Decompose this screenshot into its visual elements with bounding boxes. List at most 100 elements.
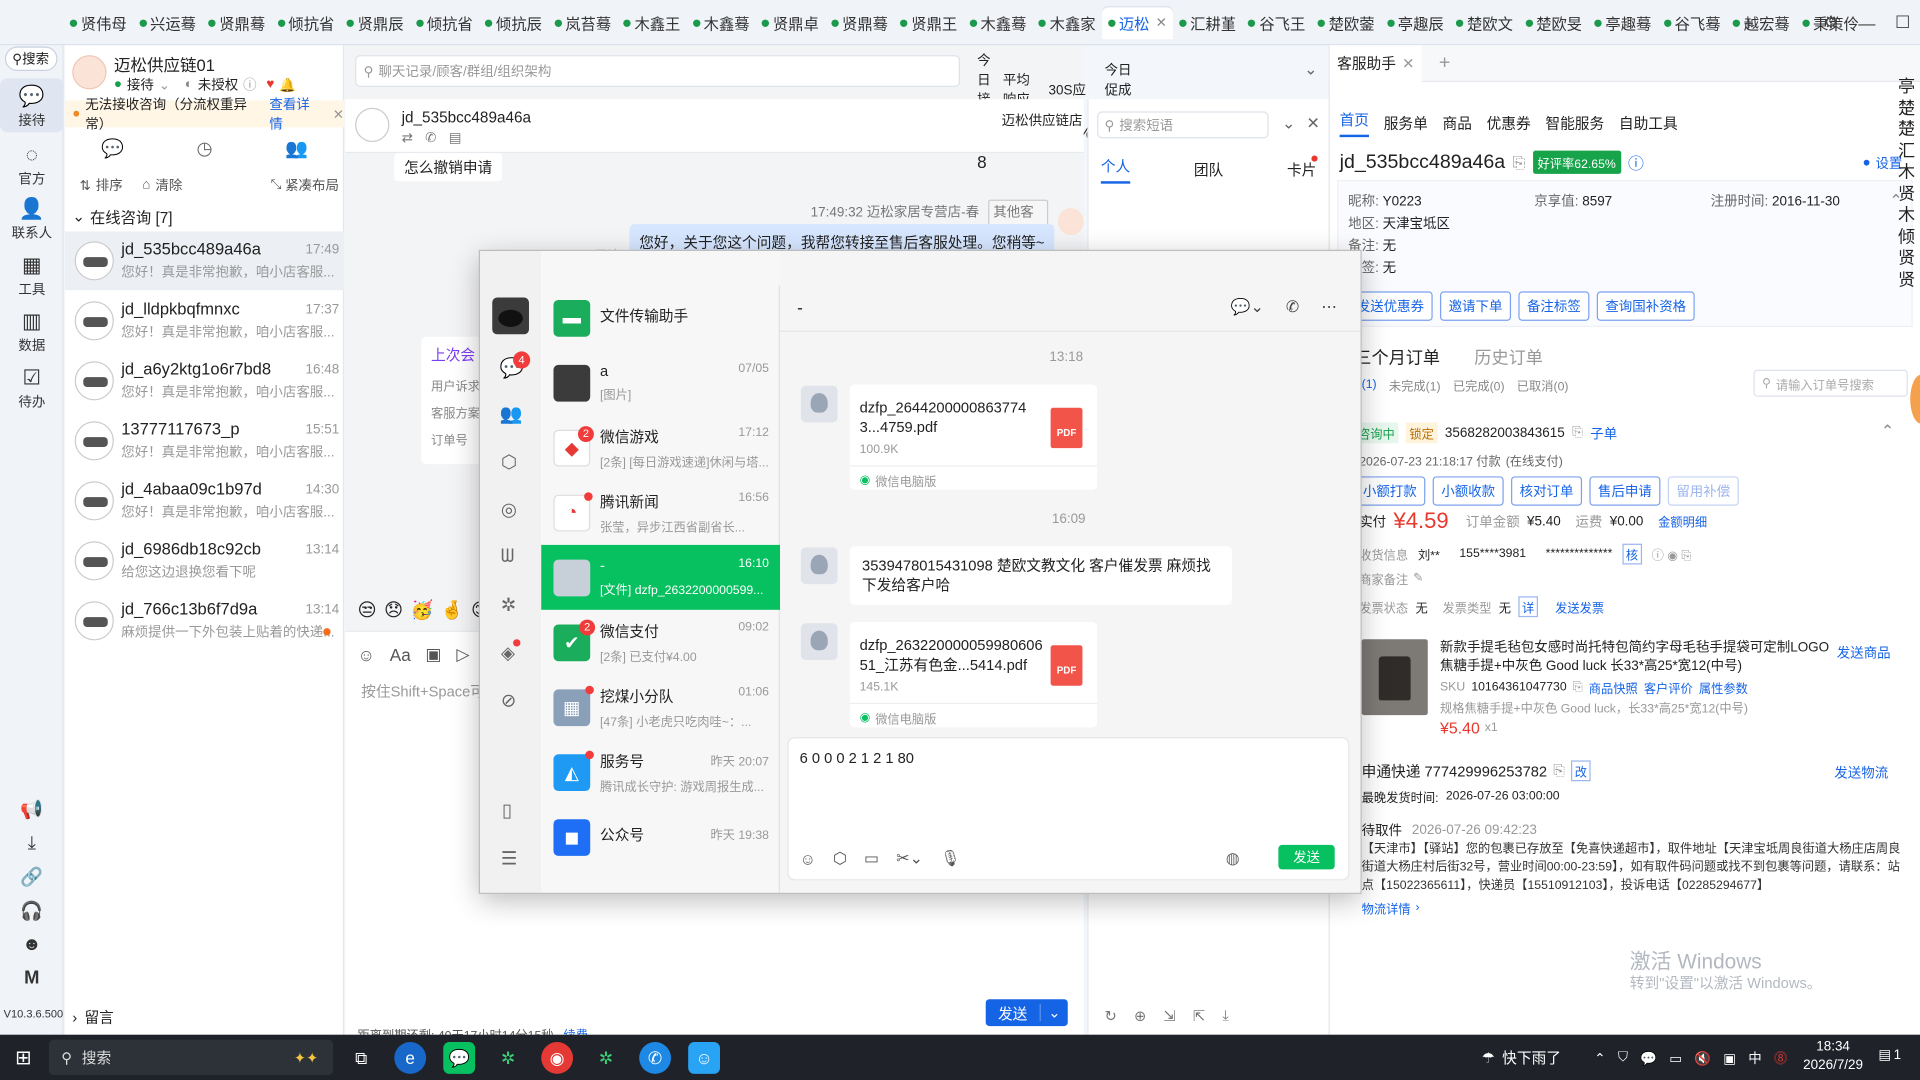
tab-shop-23[interactable]: 谷飞蓦 [1657, 7, 1726, 39]
wechat-taskbar-icon[interactable]: 💬 [443, 1042, 476, 1074]
clock-icon[interactable]: ◷ [196, 137, 212, 159]
wechat-send-button[interactable]: 发送 [1278, 844, 1335, 870]
wechat-chat-item[interactable]: a 07/05 [图片] [541, 350, 780, 415]
rail-item-data[interactable]: ▥ 数据 [0, 301, 64, 357]
rail-item-reception[interactable]: 💬 接待 [0, 78, 64, 133]
taskbar-search[interactable]: ⚲ 搜索 ✦✦ [48, 1039, 334, 1076]
small-collect-button[interactable]: 小额收款 [1432, 476, 1504, 506]
emoji-item[interactable]: 😞 [384, 599, 403, 621]
wechat-input-text[interactable]: 6 0 0 0 2 1 2 1 80 [800, 749, 914, 766]
headset-icon[interactable]: 🎧 [20, 900, 43, 922]
edge-tab-char[interactable]: 木 [1898, 162, 1920, 183]
link-icon[interactable]: 🔗 [20, 866, 43, 888]
copy-icon[interactable]: ⎘ [1572, 425, 1583, 441]
shop-avatar[interactable] [72, 55, 107, 90]
after-sale-button[interactable]: 售后申请 [1589, 476, 1661, 506]
wechat-chat-item[interactable]: ▦ 挖煤小分队 01:06 [47条] 小老虎只吃肉哇~：... [541, 675, 780, 740]
conversation-item[interactable]: jd_lldpkbqfmnxc 17:37 您好！真是非常抱歉，咱小店客服... [65, 291, 344, 350]
chat-options-icon[interactable]: 💬⌄ [1231, 298, 1264, 318]
product-image[interactable] [1361, 639, 1428, 716]
tab-shop-21[interactable]: 楚欧旻 [1519, 7, 1588, 39]
edge-icon[interactable]: e [394, 1042, 427, 1074]
copy-icon[interactable]: ⎘ [1573, 681, 1583, 694]
refresh-icon[interactable]: ↻ [1104, 1007, 1116, 1024]
emoji-item[interactable]: 😒 [358, 599, 377, 621]
tab-shop-11[interactable]: 贤鼎蓦 [825, 7, 894, 39]
conversation-item[interactable]: jd_766c13b6f7d9a 13:14 麻烦提供一下外包装上贴着的快递... [65, 591, 344, 650]
assistant-settings[interactable]: ● 设置 [1862, 153, 1902, 173]
note-icon[interactable]: ▤ [449, 130, 462, 146]
edge-tab-char[interactable]: 贤 [1898, 183, 1920, 204]
notice-link[interactable]: 查看详情 [269, 94, 320, 133]
people-icon[interactable]: 👥 [285, 137, 308, 159]
tray-s-icon[interactable]: ⓼ [1774, 1048, 1787, 1068]
chevron-down-icon[interactable]: ⌄ [1304, 60, 1317, 80]
megaphone-icon[interactable]: 📢 [20, 798, 43, 821]
m-logo-icon[interactable]: M [24, 967, 39, 988]
sub-order-link[interactable]: 子单 [1590, 423, 1617, 443]
copy-icon[interactable]: ⎘ [1513, 152, 1526, 172]
bot-icon[interactable]: ☻ [22, 934, 41, 955]
phrase-search-input[interactable]: ⚲ 搜索短语 [1097, 111, 1269, 139]
tab-card[interactable]: 卡片 [1287, 159, 1316, 180]
tab-shop-10[interactable]: 贤鼎卓 [756, 7, 825, 39]
conversation-item[interactable]: jd_4abaa09c1b97d 14:30 您好！真是非常抱歉，咱小店客服... [65, 471, 344, 530]
tab-history-orders[interactable]: 历史订单 [1474, 345, 1543, 369]
import-icon[interactable]: ⇲ [1163, 1007, 1175, 1024]
sender-avatar[interactable] [800, 547, 838, 585]
emoji-item[interactable]: 🥳 [411, 599, 434, 621]
verify-order-button[interactable]: 核对订单 [1511, 476, 1583, 506]
file-message[interactable]: dzfp_26322000005998060651_江苏有色金...5414.p… [849, 622, 1098, 728]
box-icon[interactable]: ⬡ [833, 849, 847, 869]
search-web-icon[interactable]: ⊘ [501, 689, 516, 712]
conversation-item[interactable]: jd_535bcc489a46a 17:49 您好！真是非常抱歉，咱小店客服... [64, 231, 345, 291]
edge-tab-char[interactable]: 汇 [1898, 140, 1920, 161]
edit-express-button[interactable]: 改 [1571, 760, 1591, 782]
assistant-nav-item[interactable]: 优惠券 [1487, 113, 1531, 134]
windows-start-icon[interactable]: ⊞ [7, 1042, 39, 1074]
channels-icon[interactable]: ᗯ [501, 546, 514, 567]
emoji-icon[interactable]: ☺ [358, 645, 376, 665]
compose-input[interactable]: 按住Shift+Space可 [361, 681, 485, 702]
tab-shop-3[interactable]: 倾抗省 [271, 7, 340, 39]
wechat-chat-item[interactable]: ◼ 公众号 昨天 19:38 [541, 804, 780, 869]
folder-icon[interactable]: ▭ [864, 849, 879, 869]
info-icon[interactable]: ⓘ ◉ ⎘ [1652, 545, 1692, 563]
tab-shop-14[interactable]: 木鑫家 [1033, 7, 1102, 39]
edge-tab-char[interactable]: 贤 [1898, 269, 1920, 290]
edge-tab-char[interactable]: 倾 [1898, 226, 1920, 247]
collapse-icon[interactable]: ⌄ [1282, 114, 1295, 134]
tab-shop-4[interactable]: 贤鼎辰 [340, 7, 409, 39]
edge-tab-char[interactable]: 亭 [1898, 76, 1920, 97]
chevron-up-icon[interactable]: ⌃ [1881, 421, 1894, 441]
order-search-input[interactable]: ⚲ 请输入订单号搜索 [1753, 369, 1908, 397]
amount-detail-link[interactable]: 金额明细 [1658, 512, 1707, 530]
wechat-chat-item[interactable]: - 16:10 [文件] dzfp_2632200000599... [541, 544, 781, 610]
close-icon[interactable]: ✕ [1402, 54, 1414, 71]
tray-app-icon[interactable]: ▣ [1723, 1050, 1736, 1066]
favorites-icon[interactable]: ⬡ [501, 451, 517, 473]
invite-order-button[interactable]: 邀请下单 [1440, 291, 1512, 321]
wechat-input-box[interactable]: 6 0 0 0 2 1 2 1 80 ☺ ⬡ ▭ ✂⌄ 🎙 ◍ 发送 [787, 737, 1350, 881]
minimize-icon[interactable]: — [1858, 13, 1875, 33]
edge-tab-char[interactable]: 木 [1898, 204, 1920, 225]
contacts-icon[interactable]: 👥 [500, 403, 523, 425]
rail-item-contacts[interactable]: 👤 联系人 [0, 189, 64, 245]
settings-icon[interactable]: ⚙ [1823, 12, 1838, 33]
call-icon[interactable]: ✆ [1286, 298, 1299, 318]
subsidy-check-button[interactable]: 查询国补资格 [1596, 291, 1695, 321]
chevron-up-icon[interactable]: ⌃ [1594, 1050, 1605, 1066]
scissors-icon[interactable]: ✂⌄ [896, 849, 923, 869]
tab-personal[interactable]: 个人 [1100, 156, 1131, 184]
close-icon[interactable]: ✕ [1307, 114, 1320, 134]
filter-complete[interactable]: 已完成(0) [1453, 376, 1505, 394]
export-icon[interactable]: ⇱ [1193, 1007, 1205, 1024]
filter-cancelled[interactable]: 已取消(0) [1517, 376, 1569, 394]
filter-all[interactable]: (1) [1362, 378, 1377, 391]
chat-send-button[interactable]: 发送 ⌄ [985, 999, 1068, 1027]
tab-three-month-orders[interactable]: 三个月订单 [1354, 345, 1440, 369]
tab-shop-0[interactable]: 贤伟母 [64, 7, 133, 39]
clear-button[interactable]: 清除 [155, 175, 182, 195]
tab-shop-5[interactable]: 倾抗省 [410, 7, 479, 39]
layout-toggle[interactable]: ⤡ 紧凑布局 [271, 175, 339, 195]
